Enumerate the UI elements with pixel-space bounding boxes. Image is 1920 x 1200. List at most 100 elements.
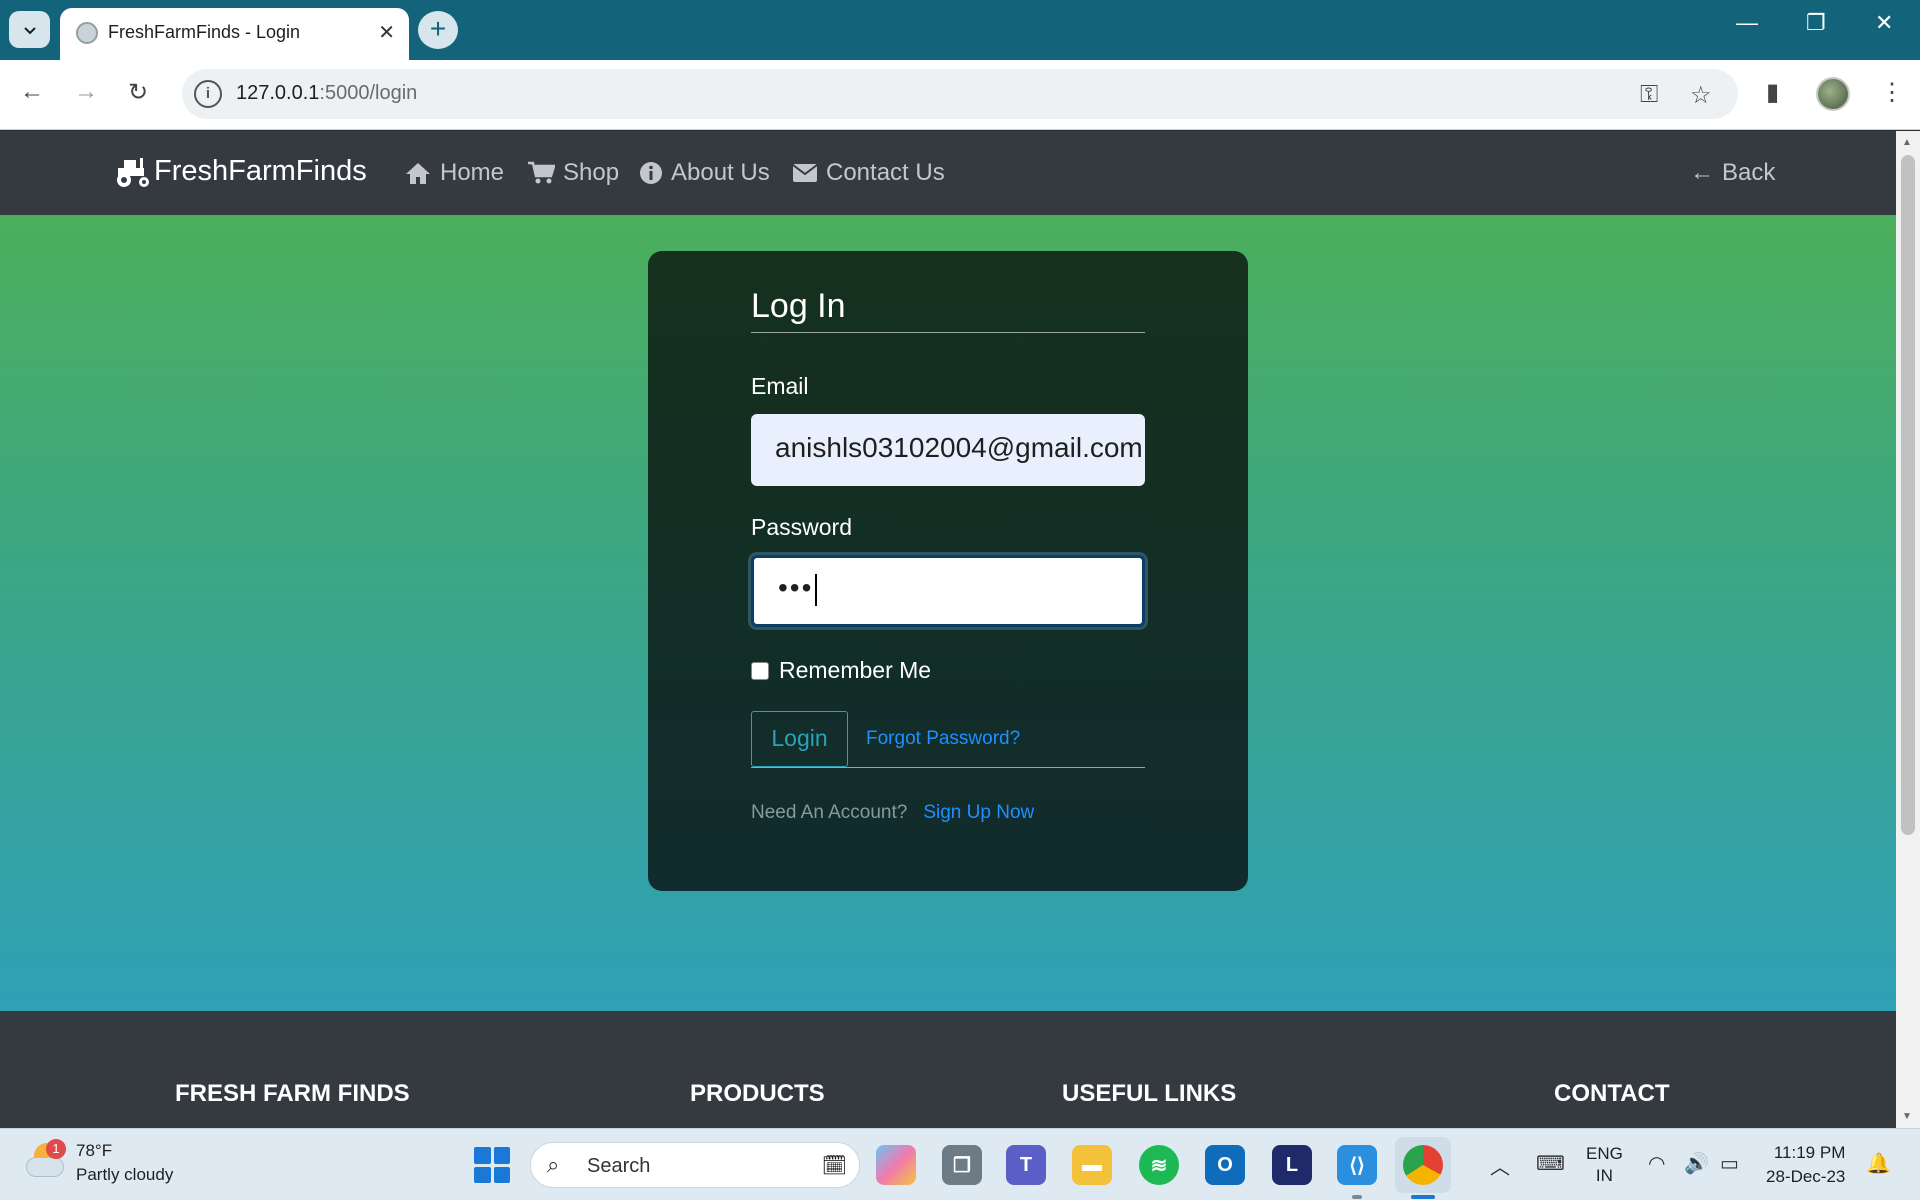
url-path: :5000/login <box>319 82 418 104</box>
clock-time: 11:19 PM <box>1773 1143 1846 1162</box>
footer-heading-products: PRODUCTS <box>690 1080 825 1107</box>
favicon-icon <box>76 22 98 44</box>
language-code: ENG <box>1586 1144 1623 1163</box>
tractor-icon <box>117 157 149 187</box>
reload-icon[interactable]: ↻ <box>128 78 148 107</box>
forgot-password-link[interactable]: Forgot Password? <box>866 728 1020 750</box>
password-label: Password <box>751 514 852 540</box>
restore-icon[interactable]: ❐ <box>1806 10 1826 36</box>
text-caret <box>815 573 818 606</box>
footer-heading-brand: FRESH FARM FINDS <box>175 1080 410 1107</box>
footer-heading-links: USEFUL LINKS <box>1062 1080 1237 1107</box>
vscode-icon[interactable]: ⟨⟩ <box>1337 1145 1377 1185</box>
search-highlight-icon: 🗓 <box>821 1155 847 1177</box>
taskbar-search-label: Search <box>587 1155 651 1177</box>
file-explorer-icon[interactable]: ▬ <box>1072 1145 1112 1185</box>
back-icon[interactable]: ← <box>20 78 44 106</box>
address-bar[interactable]: i 127.0.0.1:5000/login ⚿ ☆ <box>182 69 1738 119</box>
side-panel-icon[interactable]: ▮ <box>1766 78 1779 107</box>
weather-temperature[interactable]: 78°F <box>76 1141 112 1161</box>
arrow-left-icon: ← <box>1690 159 1714 186</box>
nav-home-label: Home <box>440 159 505 186</box>
nav-shop-label: Shop <box>563 159 620 186</box>
language-region: IN <box>1595 1166 1613 1185</box>
l-app-icon[interactable]: L <box>1272 1145 1312 1185</box>
nav-contact-label: Contact Us <box>826 159 945 186</box>
password-value: ••• <box>778 572 814 603</box>
info-circle-icon <box>640 162 662 184</box>
brand-link[interactable]: FreshFarmFinds <box>114 155 367 188</box>
nav-home[interactable]: Home <box>404 159 504 187</box>
nav-shop[interactable]: Shop <box>527 159 619 187</box>
site-navbar: FreshFarmFinds Home Shop About Us Contac… <box>0 131 1896 215</box>
task-view-icon[interactable]: ❐ <box>942 1145 982 1185</box>
taskbar-search[interactable]: ⌕ Search 🗓 <box>530 1142 860 1188</box>
url-text: 127.0.0.1:5000/login <box>236 82 417 105</box>
weather-icon[interactable]: 1 <box>26 1139 66 1181</box>
scrollbar-thumb[interactable] <box>1901 155 1915 835</box>
remember-me-label[interactable]: Remember Me <box>779 657 931 684</box>
window-close-icon[interactable]: ✕ <box>1875 10 1893 36</box>
home-icon <box>406 163 430 184</box>
email-field[interactable]: anishls03102004@gmail.com <box>751 414 1145 486</box>
tab-search-button[interactable] <box>9 11 50 48</box>
weather-badge: 1 <box>46 1139 66 1159</box>
menu-dots-icon[interactable]: ⋮ <box>1880 78 1904 107</box>
footer-heading-contact: CONTACT <box>1554 1080 1670 1107</box>
windows-taskbar: 1 78°F Partly cloudy ⌕ Search 🗓 ❐ T ▬ ≋ … <box>0 1128 1920 1200</box>
password-field[interactable]: ••• <box>751 555 1145 627</box>
page-scrollbar[interactable]: ▲ ▼ <box>1896 131 1920 1129</box>
nav-contact[interactable]: Contact Us <box>792 159 945 187</box>
login-button[interactable]: Login <box>751 710 848 767</box>
volume-icon[interactable]: 🔊 <box>1684 1151 1709 1176</box>
system-clock[interactable]: 11:19 PM 28-Dec-23 <box>1766 1141 1845 1189</box>
new-tab-button[interactable]: + <box>418 11 458 49</box>
scroll-down-icon[interactable]: ▼ <box>1902 1111 1912 1122</box>
copilot-icon[interactable] <box>876 1145 916 1185</box>
signup-row: Need An Account? Sign Up Now <box>751 802 1145 824</box>
hero-section: Log In Email anishls03102004@gmail.com P… <box>0 215 1896 1011</box>
password-key-icon[interactable]: ⚿ <box>1640 81 1658 109</box>
minimize-icon[interactable]: — <box>1736 10 1758 36</box>
forward-icon[interactable]: → <box>74 78 98 106</box>
keyboard-icon[interactable]: ⌨ <box>1536 1151 1565 1176</box>
email-label: Email <box>751 373 809 399</box>
profile-avatar[interactable] <box>1816 77 1850 111</box>
bookmark-star-icon[interactable]: ☆ <box>1690 81 1712 110</box>
cloud-shape <box>26 1157 64 1177</box>
chrome-icon[interactable] <box>1403 1145 1443 1185</box>
login-form: Log In Email anishls03102004@gmail.com P… <box>751 287 1145 824</box>
outlook-icon[interactable]: O <box>1205 1145 1245 1185</box>
site-info-icon[interactable]: i <box>194 80 222 108</box>
spotify-icon[interactable]: ≋ <box>1139 1145 1179 1185</box>
wifi-icon[interactable]: ◠ <box>1648 1151 1665 1176</box>
nav-back-label: Back <box>1722 159 1776 186</box>
nav-about-label: About Us <box>671 159 770 186</box>
form-actions: Login Forgot Password? <box>751 710 1145 768</box>
nav-back[interactable]: ← Back <box>1690 159 1775 187</box>
brand-name: FreshFarmFinds <box>154 155 367 187</box>
notification-bell-icon[interactable]: 🔔 <box>1866 1151 1891 1176</box>
search-icon: ⌕ <box>547 1152 560 1177</box>
vscode-running-indicator <box>1352 1195 1362 1199</box>
battery-icon[interactable]: ▭ <box>1720 1151 1739 1176</box>
signup-link[interactable]: Sign Up Now <box>923 802 1034 824</box>
remember-me-checkbox[interactable] <box>751 661 769 680</box>
language-indicator[interactable]: ENG IN <box>1586 1143 1623 1187</box>
weather-condition[interactable]: Partly cloudy <box>76 1165 173 1185</box>
teams-icon[interactable]: T <box>1006 1145 1046 1185</box>
login-title: Log In <box>751 287 1145 333</box>
nav-about[interactable]: About Us <box>639 159 770 187</box>
tray-overflow-icon[interactable]: ︿ <box>1490 1151 1510 1180</box>
close-tab-icon[interactable]: ✕ <box>378 20 395 45</box>
browser-tab-bar: FreshFarmFinds - Login ✕ + — ❐ ✕ <box>0 0 1920 60</box>
login-card: Log In Email anishls03102004@gmail.com P… <box>648 251 1248 891</box>
windows-start-icon[interactable] <box>474 1147 510 1183</box>
clock-date: 28-Dec-23 <box>1766 1167 1846 1186</box>
shopping-cart-icon <box>528 161 555 184</box>
browser-tab-active[interactable]: FreshFarmFinds - Login ✕ <box>60 8 409 60</box>
chrome-running-indicator <box>1411 1195 1435 1199</box>
scroll-up-icon[interactable]: ▲ <box>1902 137 1912 148</box>
need-account-text: Need An Account? <box>751 802 908 823</box>
site-footer: FRESH FARM FINDS PRODUCTS USEFUL LINKS C… <box>0 1011 1896 1129</box>
